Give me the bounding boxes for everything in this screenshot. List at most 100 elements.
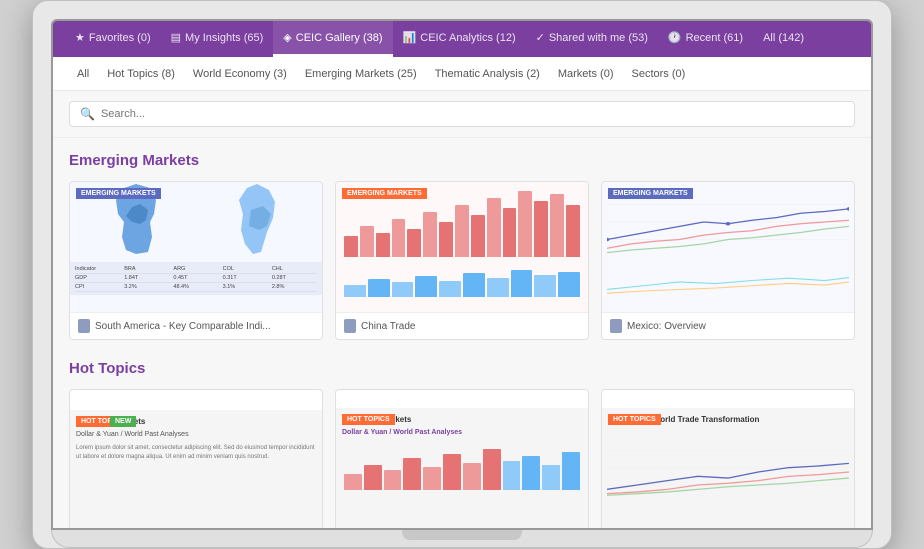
table-row: CPI 3.2% 48.4% 3.1% 2.8% [75,283,317,292]
hot-card-1-subtitle: Dollar & Yuan / World Past Analyses [76,430,316,440]
mini-data-table: Indicator BRA ARG COL CHL GDP 1.84T 0.45… [70,262,322,295]
bar-2 [360,226,374,258]
subnav-sectors[interactable]: Sectors (0) [623,62,693,86]
document-icon [78,319,90,333]
hbar-3 [384,470,402,490]
card-mexico[interactable]: EMERGING MARKETS [601,181,855,340]
subnav-hot-topics[interactable]: Hot Topics (8) [99,62,183,86]
hbar-8 [483,449,501,490]
subnav-markets[interactable]: Markets (0) [550,62,622,86]
south-america-map-2 [233,182,281,257]
mexico-line-chart [602,182,854,262]
bar-1 [344,236,358,257]
card-hot-3[interactable]: HOT TOPICS Around the World Trade Transf… [601,389,855,528]
book-icon: ▤ [171,31,181,44]
screen: ★ Favorites (0) ▤ My Insights (65) ◈ CEI… [51,19,873,530]
tab-recent[interactable]: 🕐 Recent (61) [658,21,753,57]
card-title-south-america: South America - Key Comparable Indi... [95,321,271,332]
card-hot-1[interactable]: HOT TOPICS NEW Emerging Markets Dollar &… [69,389,323,528]
emerging-markets-badge-2: EMERGING MARKETS [342,188,427,199]
hot-topics-grid: HOT TOPICS NEW Emerging Markets Dollar &… [69,389,855,528]
card-south-america[interactable]: EMERGING MARKETS [69,181,323,340]
hot-card-2-subtitle: Dollar & Yuan / World Past Analyses [342,428,582,438]
bar-8 [455,205,469,258]
bar-10 [487,198,501,258]
emerging-markets-grid: EMERGING MARKETS [69,181,855,340]
laptop-base [51,530,873,548]
bar-11 [503,208,517,257]
main-content: Emerging Markets EMERGING MARKETS [53,138,871,528]
subnav-world-economy[interactable]: World Economy (3) [185,62,295,86]
card-thumbnail-south-america: EMERGING MARKETS [70,182,322,312]
bar-9 [471,215,485,257]
new-badge: NEW [110,416,136,427]
hot-topics-title: Hot Topics [69,360,855,377]
hot-line-chart [602,428,854,503]
card-footer-mexico: Mexico: Overview [602,312,854,339]
bar-7 [439,222,453,257]
emerging-markets-title: Emerging Markets [69,152,855,169]
gallery-icon: ◈ [283,31,291,44]
hbar-7 [463,463,481,490]
card-thumbnail-mexico: EMERGING MARKETS [602,182,854,312]
bar-b5 [439,281,461,298]
search-container: 🔍 [53,91,871,138]
bar-b6 [463,273,485,297]
hbar-6 [443,454,461,490]
mexico-line-svg-2 [607,267,849,297]
bar-5 [407,229,421,257]
bar-b3 [392,282,414,297]
card-title-china-trade: China Trade [361,321,415,332]
chart-icon: 📊 [403,31,417,44]
document-icon-3 [610,319,622,333]
table-row: Indicator BRA ARG COL CHL [75,265,317,274]
hot-bar-chart [336,440,588,495]
table-row: GDP 1.84T 0.45T 0.31T 0.28T [75,274,317,283]
bar-14 [550,194,564,257]
bar-12 [518,191,532,258]
subnav-emerging-markets[interactable]: Emerging Markets (25) [297,62,425,86]
bar-15 [566,205,580,258]
card-hot-2[interactable]: HOT TOPICS Emerging Markets Dollar & Yua… [335,389,589,528]
bar-4 [392,219,406,258]
bar-b1 [344,285,366,297]
bar-13 [534,201,548,257]
card-china-trade[interactable]: EMERGING MARKETS [335,181,589,340]
search-box: 🔍 [69,101,855,127]
hbar-5 [423,467,441,490]
tab-shared[interactable]: ✓ Shared with me (53) [526,21,658,57]
bar-b10 [558,272,580,298]
search-icon: 🔍 [80,107,95,121]
tab-ceic-analytics[interactable]: 📊 CEIC Analytics (12) [393,21,526,57]
tab-ceic-gallery[interactable]: ◈ CEIC Gallery (38) [273,21,392,57]
tab-all[interactable]: All (142) [753,21,814,57]
hbar-10 [522,456,540,490]
china-trade-bar-chart-2 [336,262,588,302]
mexico-line-chart-2 [602,262,854,302]
share-icon: ✓ [536,31,545,44]
emerging-markets-badge-1: EMERGING MARKETS [76,188,161,199]
tab-my-insights[interactable]: ▤ My Insights (65) [161,21,274,57]
bar-b2 [368,279,390,297]
bar-b4 [415,276,437,297]
hot-card-thumbnail-3: HOT TOPICS Around the World Trade Transf… [602,408,854,528]
hbar-9 [503,461,521,490]
document-icon-2 [344,319,356,333]
card-footer-china-trade: China Trade [336,312,588,339]
tab-favorites[interactable]: ★ Favorites (0) [65,21,161,57]
hot-badge-3: HOT TOPICS [608,414,661,425]
bar-b9 [534,275,556,298]
subnav-thematic[interactable]: Thematic Analysis (2) [427,62,548,86]
subnav-all[interactable]: All [69,62,97,86]
hot-line-svg [607,433,849,498]
card-title-mexico: Mexico: Overview [627,321,706,332]
bar-b7 [487,278,509,298]
star-icon: ★ [75,31,85,44]
search-input[interactable] [101,108,844,120]
hbar-2 [364,465,382,490]
hbar-1 [344,474,362,490]
clock-icon: 🕐 [668,31,682,44]
bar-b8 [511,270,533,297]
hbar-11 [542,465,560,490]
bar-3 [376,233,390,258]
